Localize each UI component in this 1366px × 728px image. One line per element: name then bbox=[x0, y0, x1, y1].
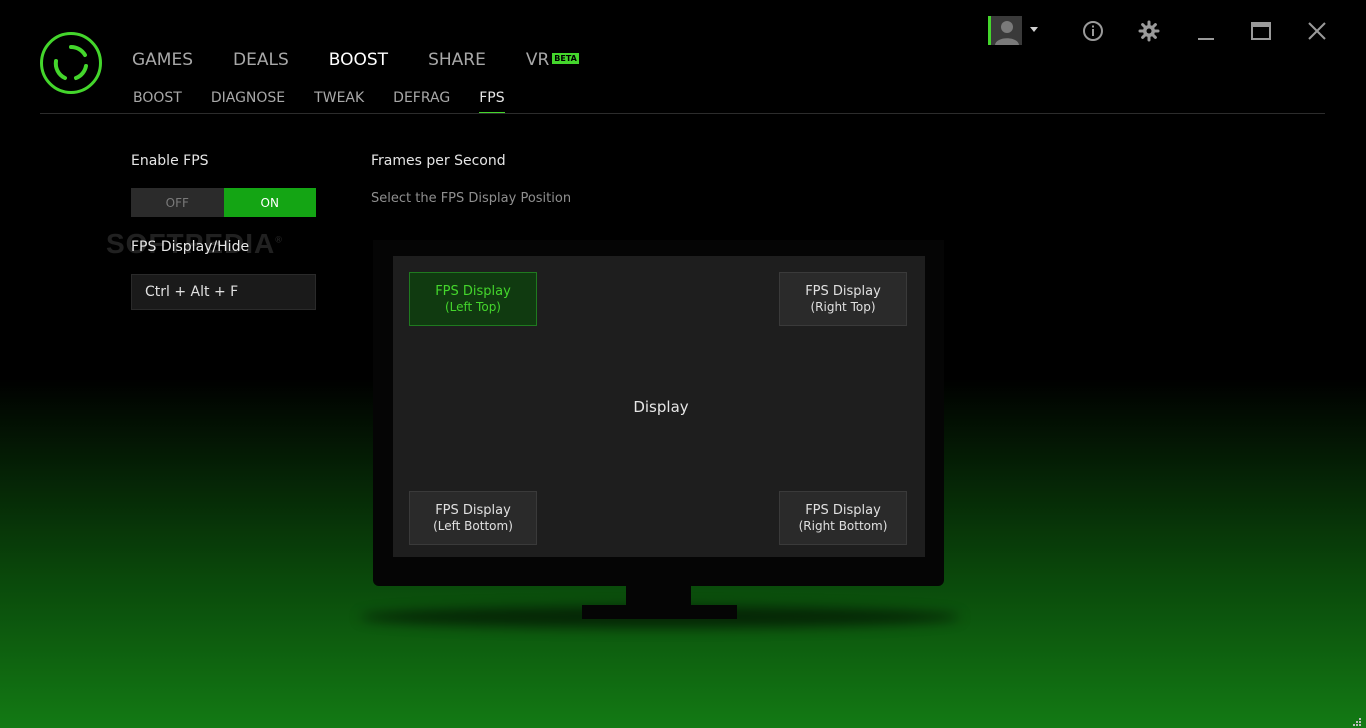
subnav-defrag[interactable]: DEFRAG bbox=[393, 90, 450, 114]
toggle-on-option[interactable]: ON bbox=[223, 188, 316, 217]
watermark-mark: ® bbox=[275, 234, 283, 245]
fps-hotkey-label: FPS Display/Hide bbox=[131, 239, 250, 255]
sub-nav: BOOST DIAGNOSE TWEAK DEFRAG FPS bbox=[133, 90, 505, 114]
info-icon[interactable] bbox=[1082, 20, 1104, 42]
enable-fps-toggle[interactable]: OFF ON bbox=[131, 188, 316, 217]
resize-grip-icon[interactable] bbox=[1350, 712, 1362, 726]
fps-panel-title: Frames per Second bbox=[371, 153, 506, 169]
position-line2: (Right Top) bbox=[810, 299, 876, 314]
nav-vr-label: VR bbox=[525, 50, 550, 70]
toggle-off-option[interactable]: OFF bbox=[131, 188, 224, 217]
minimize-icon[interactable] bbox=[1195, 20, 1217, 42]
main-nav: GAMES DEALS BOOST SHARE VR BETA bbox=[132, 50, 579, 70]
position-line1: FPS Display bbox=[435, 502, 511, 518]
position-line2: (Right Bottom) bbox=[798, 518, 888, 533]
nav-divider bbox=[40, 113, 1325, 114]
display-label: Display bbox=[633, 398, 689, 416]
fps-position-left-top-button[interactable]: FPS Display (Left Top) bbox=[409, 272, 537, 326]
subnav-tweak[interactable]: TWEAK bbox=[314, 90, 364, 114]
subnav-fps[interactable]: FPS bbox=[479, 90, 505, 114]
monitor-neck bbox=[626, 586, 691, 606]
subnav-diagnose[interactable]: DIAGNOSE bbox=[211, 90, 285, 114]
fps-position-right-bottom-button[interactable]: FPS Display (Right Bottom) bbox=[779, 491, 907, 545]
fps-position-right-top-button[interactable]: FPS Display (Right Top) bbox=[779, 272, 907, 326]
position-line2: (Left Bottom) bbox=[433, 518, 513, 533]
beta-badge: BETA bbox=[552, 53, 579, 64]
fps-hotkey-field[interactable]: Ctrl + Alt + F bbox=[131, 274, 316, 310]
fps-position-left-bottom-button[interactable]: FPS Display (Left Bottom) bbox=[409, 491, 537, 545]
enable-fps-label: Enable FPS bbox=[131, 153, 209, 169]
position-line1: FPS Display bbox=[805, 283, 881, 299]
nav-share[interactable]: SHARE bbox=[428, 50, 486, 70]
razer-logo-icon[interactable] bbox=[40, 32, 102, 94]
position-line2: (Left Top) bbox=[444, 299, 501, 314]
maximize-icon[interactable] bbox=[1250, 20, 1272, 42]
monitor-base bbox=[582, 605, 737, 619]
caret-down-icon[interactable] bbox=[1030, 27, 1038, 32]
gear-icon[interactable] bbox=[1138, 20, 1160, 42]
position-line1: FPS Display bbox=[435, 283, 511, 299]
user-avatar-icon[interactable] bbox=[988, 16, 1022, 45]
position-line1: FPS Display bbox=[805, 502, 881, 518]
nav-games[interactable]: GAMES bbox=[132, 50, 193, 70]
nav-deals[interactable]: DEALS bbox=[233, 50, 289, 70]
nav-vr[interactable]: VR BETA bbox=[526, 50, 579, 70]
close-icon[interactable] bbox=[1306, 20, 1328, 42]
nav-boost[interactable]: BOOST bbox=[329, 50, 388, 70]
subnav-boost[interactable]: BOOST bbox=[133, 90, 182, 114]
fps-panel-subtitle: Select the FPS Display Position bbox=[371, 191, 572, 206]
